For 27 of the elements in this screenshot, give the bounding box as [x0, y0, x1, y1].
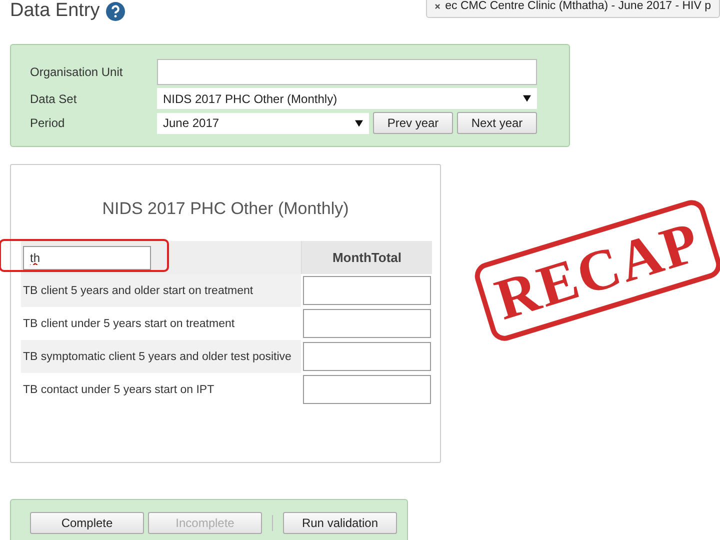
row-label: TB client 5 years and older start on treatment	[21, 274, 301, 307]
value-input[interactable]	[302, 309, 430, 338]
caret-icon	[523, 95, 531, 102]
year-button[interactable]: Prev year	[373, 112, 453, 134]
close-icon[interactable]	[435, 2, 440, 10]
page-title: Data Entry	[10, 0, 100, 22]
select-field[interactable]: NIDS 2017 PHC Other (Monthly)	[157, 88, 537, 109]
field-label: Period	[30, 116, 66, 130]
row-label: TB contact under 5 years start on IPT	[22, 382, 216, 398]
column-header: MonthTotal	[301, 241, 432, 274]
value-input[interactable]	[302, 342, 430, 371]
value-input[interactable]	[302, 276, 430, 305]
organisation-unit-field[interactable]	[157, 59, 537, 85]
filter-field[interactable]: th	[23, 246, 151, 270]
value-input[interactable]	[302, 375, 430, 404]
row-label: TB client under 5 years start on treatment	[22, 316, 236, 332]
action-button[interactable]: Run validation	[283, 512, 397, 534]
form-title: NIDS 2017 PHC Other (Monthly)	[101, 198, 350, 220]
context-tab[interactable]: ec CMC Centre Clinic (Mthatha) - June 2017 - HIV p	[426, 0, 720, 18]
row-label: TB symptomatic client 5 years and older test positive	[21, 340, 301, 373]
help-icon[interactable]	[106, 2, 125, 20]
caret-icon	[355, 120, 363, 126]
field-label: Organisation Unit	[30, 65, 124, 79]
year-button[interactable]: Next year	[457, 112, 537, 134]
field-label: Data Set	[30, 92, 78, 106]
action-button[interactable]: Complete	[30, 512, 144, 534]
select-field[interactable]: June 2017	[157, 112, 369, 134]
